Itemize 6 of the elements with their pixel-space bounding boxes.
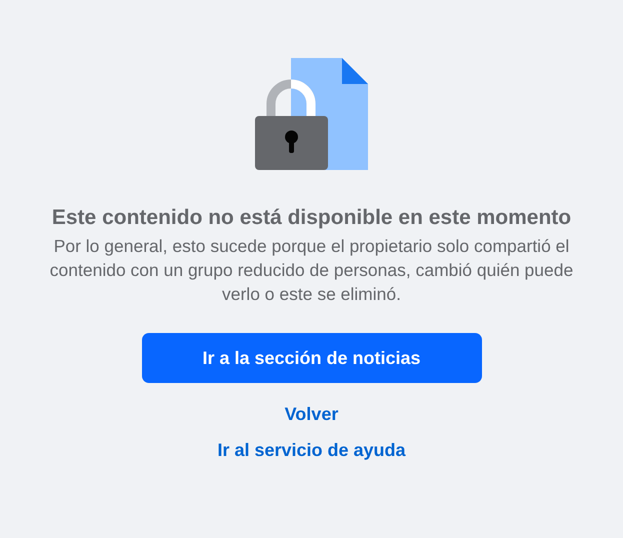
locked-document-icon <box>254 58 368 170</box>
message-text: Por lo general, esto sucede porque el propietario solo compartió el contenido con un grupo reducido de personas, cambió quién puede verlo o este se eliminó. <box>48 235 574 306</box>
news-feed-button[interactable]: Ir a la sección de noticias <box>142 333 482 383</box>
help-link[interactable]: Ir al servicio de ayuda <box>217 437 406 463</box>
back-link[interactable]: Volver <box>284 401 338 427</box>
page-title: Este contenido no está disponible en este momento <box>52 205 572 231</box>
